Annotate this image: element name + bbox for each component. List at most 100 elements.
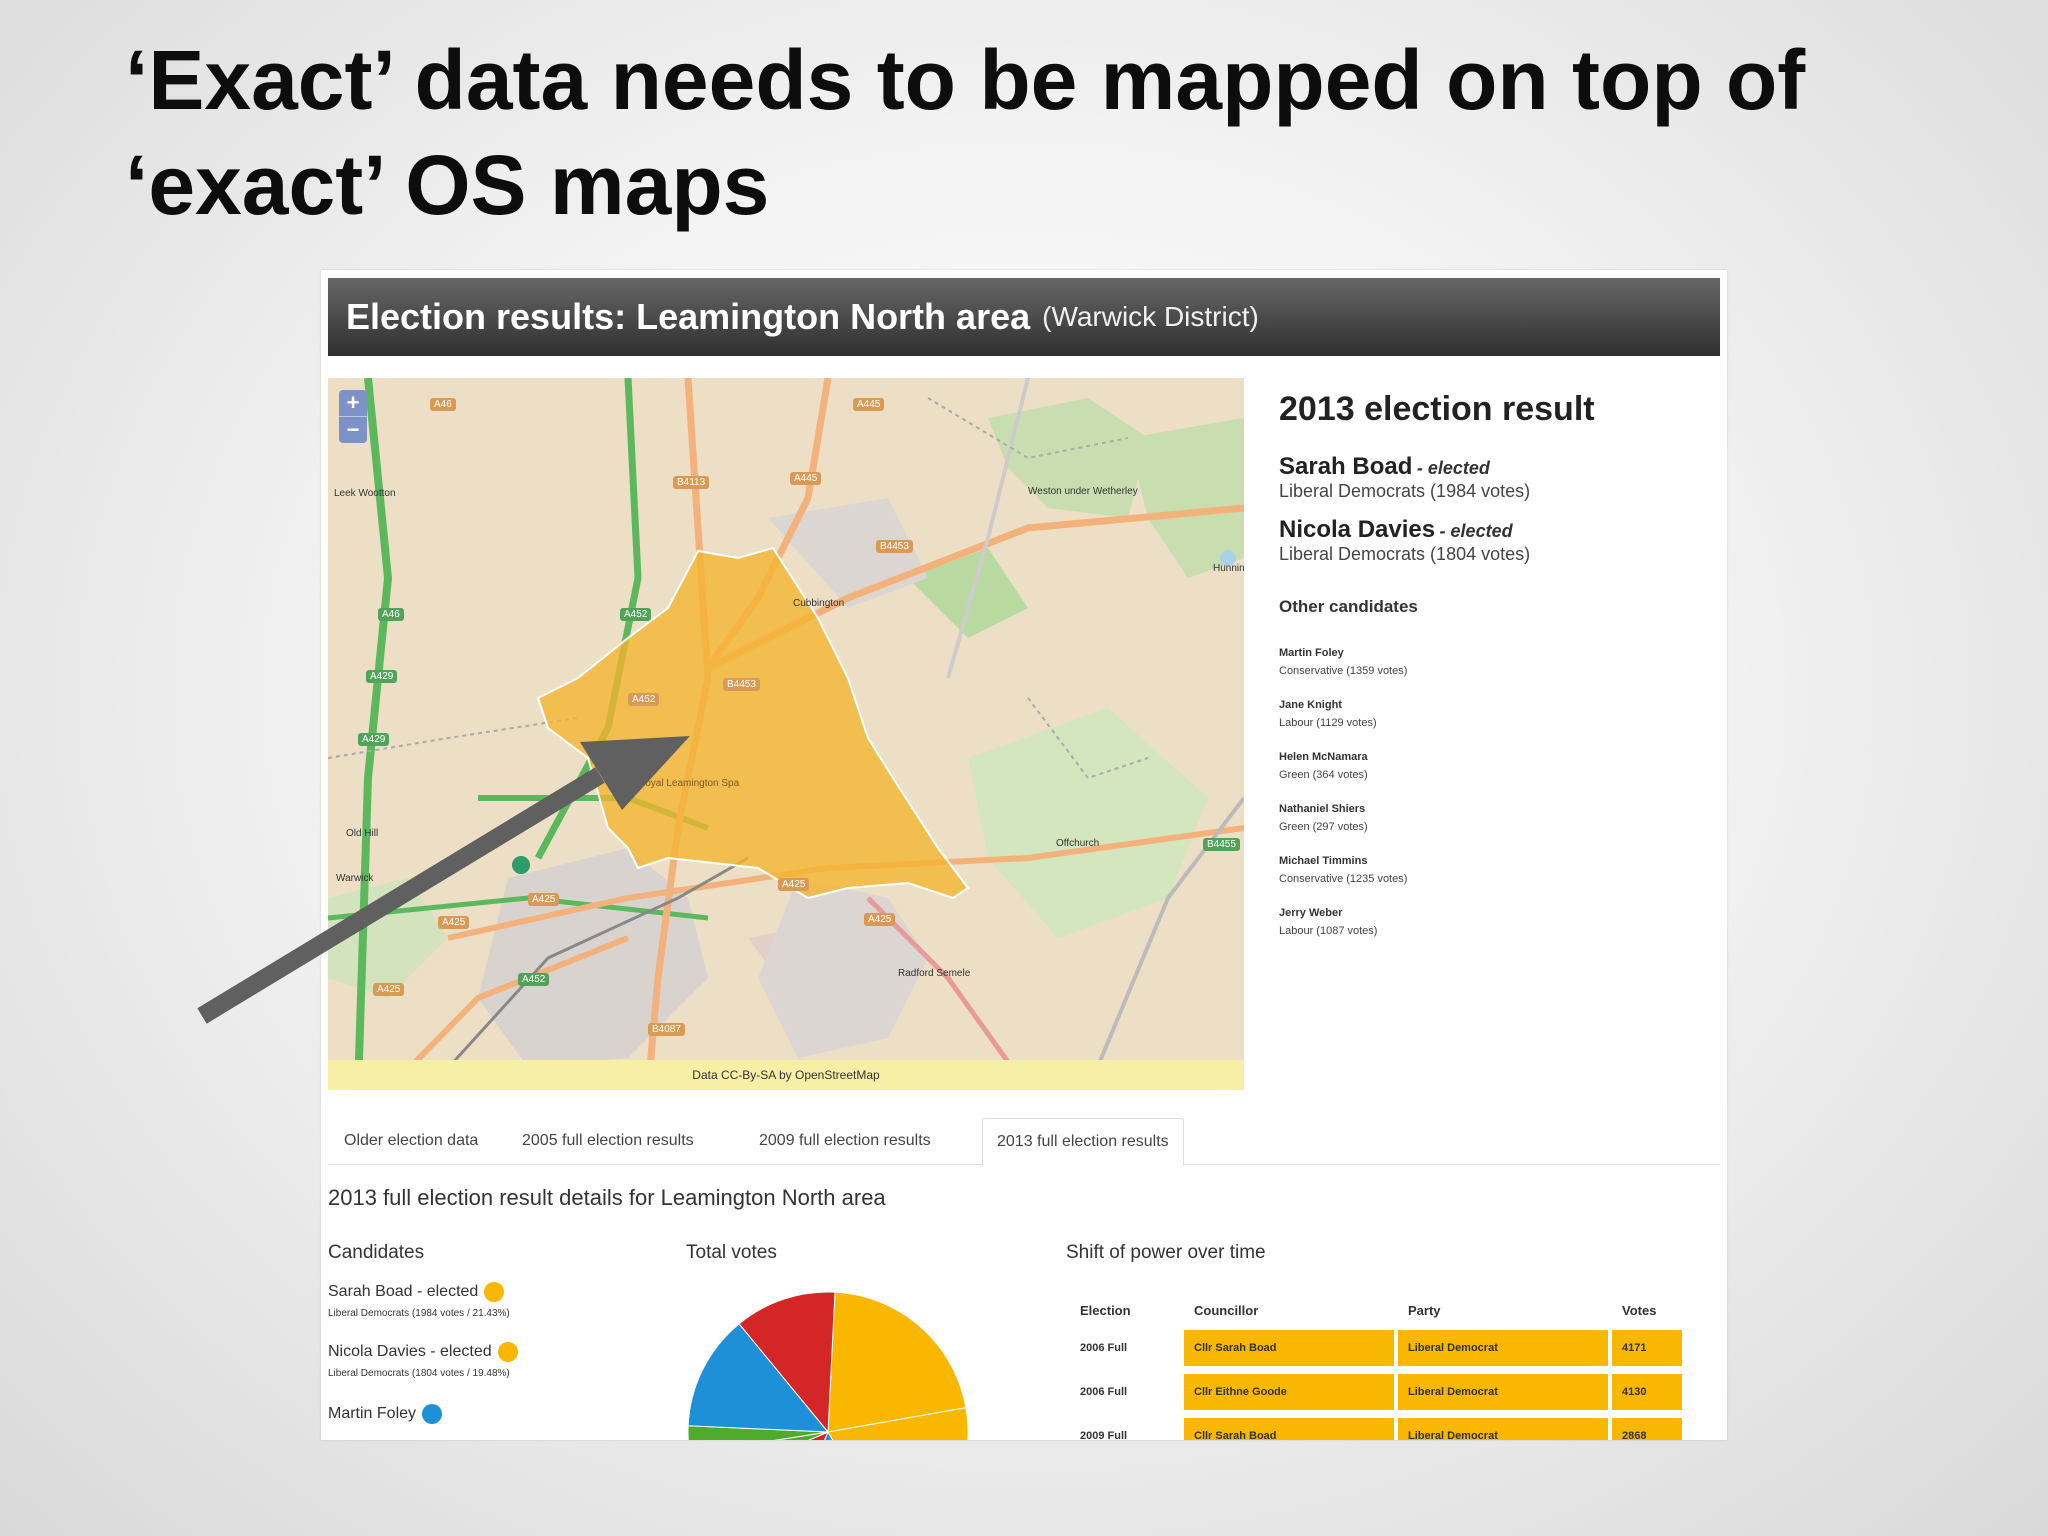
- ward-map[interactable]: + − Leek Wootton Weston under Wetherley …: [328, 378, 1244, 1090]
- election-results-page: Election results: Leamington North area …: [321, 270, 1727, 1440]
- other-candidate-detail: Green (364 votes): [1279, 769, 1368, 781]
- map-place-label: Warwick: [336, 873, 374, 884]
- elected-party: Liberal Democrats (1984 votes): [1279, 481, 1531, 501]
- road-label: A452: [628, 693, 660, 706]
- shift-of-power-table: Election Councillor Party Votes 2006 Ful…: [1066, 1290, 1686, 1440]
- table-cell: 2009 Full: [1080, 1430, 1128, 1440]
- candidate-entry: Sarah Boad - elected Liberal Democrats (…: [328, 1282, 510, 1319]
- column-header: Councillor: [1194, 1302, 1259, 1318]
- tab-2005-results[interactable]: 2005 full election results: [508, 1118, 708, 1164]
- road-label: A425: [528, 893, 560, 906]
- party-color-dot: [497, 1342, 518, 1362]
- map-canvas: [328, 378, 1244, 1090]
- other-candidate-name: Martin Foley: [1279, 647, 1344, 659]
- result-title: 2013 election result: [1279, 390, 1595, 428]
- other-candidate-name: Jerry Weber: [1279, 907, 1343, 919]
- other-candidate: Jane Knight Labour (1129 votes): [1279, 699, 1699, 729]
- other-candidate-name: Nathaniel Shiers: [1279, 803, 1366, 815]
- road-label: A46: [430, 398, 456, 411]
- table-cell: Liberal Democrat: [1398, 1418, 1608, 1440]
- map-place-label: Hunningham: [1213, 563, 1244, 574]
- other-candidate-detail: Green (297 votes): [1279, 821, 1368, 833]
- road-label: B4113: [673, 476, 710, 489]
- road-label: A46: [378, 608, 404, 621]
- map-place-label: Cubbington: [793, 598, 845, 609]
- table-row: 2006 Full Cllr Eithne Goode Liberal Demo…: [1070, 1374, 1682, 1410]
- road-label: A429: [366, 670, 398, 683]
- other-candidate: Martin Foley Conservative (1359 votes): [1279, 647, 1699, 677]
- elected-name: Sarah Boad: [1279, 453, 1413, 480]
- candidate-label: Sarah Boad - elected: [328, 1283, 479, 1300]
- column-header: Votes: [1622, 1302, 1657, 1318]
- party-color-dot: [422, 1404, 443, 1424]
- table-cell: 4130: [1612, 1374, 1682, 1410]
- tab-older-election-data[interactable]: Older election data: [330, 1118, 492, 1164]
- slide-title: ‘Exact’ data needs to be mapped on top o…: [125, 28, 1925, 238]
- elected-name: Nicola Davies: [1279, 516, 1436, 543]
- other-candidate-name: Jane Knight: [1279, 699, 1342, 711]
- zoom-out-button[interactable]: −: [339, 416, 367, 443]
- road-label: A452: [620, 608, 652, 621]
- road-label: A425: [864, 913, 896, 926]
- page-header: Election results: Leamington North area …: [328, 278, 1720, 356]
- tab-2009-results[interactable]: 2009 full election results: [745, 1118, 945, 1164]
- page-subtitle: (Warwick District): [1042, 301, 1259, 332]
- map-place-label: Leek Wootton: [334, 488, 396, 499]
- details-title: 2013 full election result details for Le…: [328, 1185, 886, 1210]
- other-candidate-name: Michael Timmins: [1279, 855, 1368, 867]
- table-cell: 2868: [1612, 1418, 1682, 1440]
- candidate-label: Nicola Davies - elected: [328, 1343, 492, 1360]
- map-place-label: Old Hill: [346, 828, 379, 839]
- table-cell: Cllr Sarah Boad: [1184, 1330, 1394, 1366]
- candidates-heading: Candidates: [328, 1242, 425, 1263]
- other-candidate: Jerry Weber Labour (1087 votes): [1279, 907, 1699, 937]
- other-candidate-detail: Conservative (1359 votes): [1279, 665, 1408, 677]
- road-label: A429: [358, 733, 390, 746]
- elected-tag: - elected: [1439, 521, 1513, 541]
- other-candidate: Helen McNamara Green (364 votes): [1279, 751, 1699, 781]
- party-color-dot: [484, 1282, 505, 1302]
- candidate-votes: Liberal Democrats (1804 votes / 19.48%): [328, 1368, 510, 1379]
- road-label: B4453: [723, 678, 760, 691]
- total-votes-heading: Total votes: [686, 1242, 777, 1263]
- table-cell: 4171: [1612, 1330, 1682, 1366]
- zoom-in-button[interactable]: +: [339, 390, 367, 416]
- results-tabs: Older election data 2005 full election r…: [328, 1118, 1720, 1166]
- road-label: A425: [778, 878, 810, 891]
- elected-party: Liberal Democrats (1804 votes): [1279, 544, 1531, 564]
- table-row: 2006 Full Cllr Sarah Boad Liberal Democr…: [1070, 1330, 1682, 1366]
- page-title: Election results: Leamington North area: [346, 296, 1031, 337]
- road-label: B4087: [648, 1023, 685, 1036]
- slide-title-line-2: ‘exact’ OS maps: [125, 138, 770, 232]
- road-label: B4453: [876, 540, 913, 553]
- other-candidate-detail: Labour (1129 votes): [1279, 717, 1377, 729]
- table-cell: 2006 Full: [1080, 1386, 1128, 1398]
- tab-2013-results[interactable]: 2013 full election results: [982, 1118, 1184, 1166]
- candidate-entry: Nicola Davies - elected Liberal Democrat…: [328, 1342, 518, 1379]
- road-label: B4455: [1203, 838, 1240, 851]
- table-cell: Cllr Eithne Goode: [1184, 1374, 1394, 1410]
- road-label: A445: [853, 398, 885, 411]
- candidate-label: Martin Foley: [328, 1405, 417, 1422]
- candidate-votes: Liberal Democrats (1984 votes / 21.43%): [328, 1308, 510, 1319]
- other-candidate: Michael Timmins Conservative (1235 votes…: [1279, 855, 1699, 885]
- map-place-label: Offchurch: [1056, 838, 1100, 849]
- other-candidate: Nathaniel Shiers Green (297 votes): [1279, 803, 1699, 833]
- map-place-label: Royal Leamington Spa: [638, 778, 740, 789]
- road-label: A445: [790, 472, 822, 485]
- total-votes-pie-chart: [688, 1291, 969, 1440]
- column-header: Election: [1080, 1302, 1131, 1318]
- elected-tag: - elected: [1416, 458, 1490, 478]
- map-zoom-control: + −: [339, 390, 367, 443]
- map-place-label: Radford Semele: [898, 968, 971, 979]
- road-label: A425: [373, 983, 405, 996]
- table-row: 2009 Full Cllr Sarah Boad Liberal Democr…: [1070, 1418, 1682, 1440]
- table-header-row: Election Councillor Party Votes: [1070, 1298, 1682, 1322]
- elected-candidate: Sarah Boad - elected Liberal Democrats (…: [1279, 453, 1699, 502]
- table-cell: Liberal Democrat: [1398, 1374, 1608, 1410]
- other-candidate-detail: Conservative (1235 votes): [1279, 873, 1408, 885]
- other-candidates-heading: Other candidates: [1279, 597, 1418, 616]
- road-label: A452: [518, 973, 550, 986]
- table-cell: 2006 Full: [1080, 1342, 1128, 1354]
- other-candidate-detail: Labour (1087 votes): [1279, 925, 1378, 937]
